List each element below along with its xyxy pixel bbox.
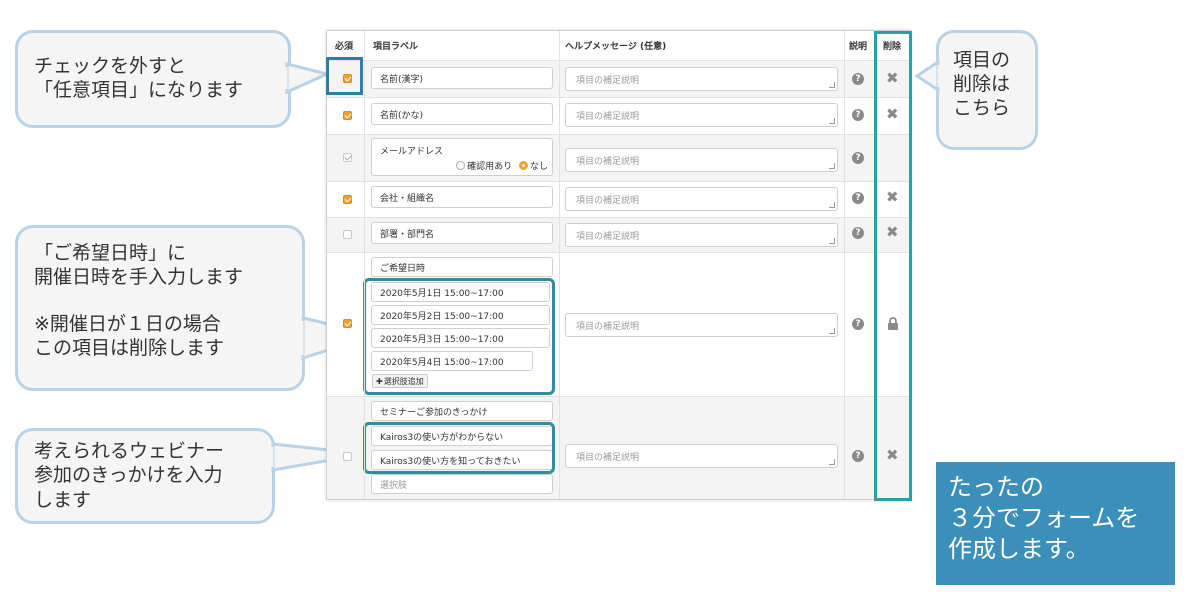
callout-webinar-line: します: [34, 488, 92, 511]
callout-webinar-line: 考えられるウェビナー: [34, 440, 225, 462]
header-required: 必須: [335, 42, 354, 52]
confirm-no-radio[interactable]: [518, 161, 528, 170]
delete-column-highlight: [874, 31, 912, 501]
help-message-input[interactable]: 項目の補足説明: [565, 223, 838, 247]
header-label: 項目ラベル: [373, 42, 419, 52]
banner-line: 作成します。: [948, 535, 1090, 564]
help-message-input[interactable]: 項目の補足説明: [565, 148, 838, 172]
question-icon[interactable]: ?: [852, 73, 864, 85]
callout-uncheck-tail: [282, 62, 332, 95]
seminar-options-highlight: [363, 422, 555, 474]
table-row-company: 会社・組織名 項目の補足説明 ? ✖: [327, 182, 910, 217]
required-checkbox[interactable]: [343, 230, 352, 239]
required-checkbox-highlight: [326, 57, 363, 95]
help-message-input[interactable]: 項目の補足説明: [565, 103, 838, 127]
callout-webinar-line: 参加のきっかけを入力: [34, 464, 223, 487]
field-label-input[interactable]: セミナーご参加のきっかけ: [371, 401, 553, 421]
table-row-email: メールアドレス 確認用あり なし 項目の補足説明 ?: [327, 135, 910, 181]
callout-uncheck: チェックを外すと 「任意項目」になります: [15, 30, 291, 128]
table-row-seminar: セミナーご参加のきっかけ Kairos3の使い方がわからない Kairos3の使…: [327, 397, 910, 499]
help-message-input[interactable]: 項目の補足説明: [565, 313, 838, 337]
confirm-yes-radio[interactable]: [456, 161, 466, 170]
callout-delete-line: 削除は: [953, 72, 1011, 95]
question-icon[interactable]: ?: [852, 109, 864, 121]
header-help: ヘルプメッセージ (任意): [565, 42, 667, 52]
table-row-date: ご希望日時 2020年5月1日 15:00~17:00 2020年5月2日 15…: [327, 253, 910, 396]
table-row-department: 部署・部門名 項目の補足説明 ? ✖: [327, 218, 910, 252]
callout-delete-tail: [914, 59, 943, 93]
question-icon[interactable]: ?: [852, 318, 864, 330]
callout-webinar: 考えられるウェビナー 参加のきっかけを入力 します: [15, 428, 275, 524]
callout-uncheck-line: 「任意項目」になります: [34, 78, 244, 101]
question-icon[interactable]: ?: [852, 152, 864, 164]
question-icon[interactable]: ?: [852, 227, 864, 239]
field-label-input[interactable]: メールアドレス: [380, 144, 544, 157]
callout-dates: 「ご希望日時」に 開催日時を手入力します ※開催日が１日の場合 この項目は削除し…: [15, 225, 305, 391]
option-input[interactable]: 選択肢: [371, 474, 553, 494]
field-label-input[interactable]: 名前(かな): [371, 103, 553, 125]
callout-delete-line: こちら: [953, 96, 1011, 119]
required-checkbox[interactable]: [343, 452, 352, 461]
field-label-input[interactable]: 名前(漢字): [371, 67, 553, 89]
help-message-input[interactable]: 項目の補足説明: [565, 444, 838, 468]
required-checkbox[interactable]: [343, 111, 352, 120]
callout-dates-line: 開催日時を手入力します: [34, 265, 244, 288]
confirm-no-label: なし: [529, 162, 548, 172]
callout-dates-line: [34, 290, 286, 314]
email-field-box: メールアドレス 確認用あり なし: [371, 138, 553, 176]
callout-dates-line: ※開催日が１日の場合: [34, 313, 221, 336]
promo-banner: たったの ３分でフォームを 作成します。: [936, 462, 1175, 585]
confirm-yes-label: 確認用あり: [467, 162, 513, 172]
help-message-input[interactable]: 項目の補足説明: [565, 67, 838, 91]
header-explain: 説明: [849, 42, 868, 52]
callout-dates-line: 「ご希望日時」に: [34, 242, 187, 264]
required-checkbox: [343, 153, 352, 162]
required-checkbox[interactable]: [343, 195, 352, 204]
date-options-highlight: [363, 278, 555, 395]
banner-line: ３分でフォームを: [948, 504, 1140, 533]
field-label-input[interactable]: 会社・組織名: [371, 186, 553, 208]
table-row-name-kanji: 名前(漢字) 項目の補足説明 ? ✖: [327, 61, 910, 97]
field-label-input[interactable]: 部署・部門名: [371, 222, 553, 244]
table-row-name-kana: 名前(かな) 項目の補足説明 ? ✖: [327, 98, 910, 134]
callout-delete: 項目の 削除は こちら: [936, 30, 1038, 150]
form-fields-table: 必須 項目ラベル ヘルプメッセージ (任意) 説明 削除 名前(漢字) 項目の補…: [326, 30, 911, 500]
question-icon[interactable]: ?: [852, 192, 864, 204]
required-checkbox[interactable]: [343, 319, 352, 328]
help-message-input[interactable]: 項目の補足説明: [565, 187, 838, 211]
field-label-input[interactable]: ご希望日時: [371, 257, 553, 277]
callout-dates-line: この項目は削除します: [34, 337, 225, 359]
banner-line: たったの: [948, 473, 1044, 501]
callout-uncheck-line: チェックを外すと: [34, 55, 187, 77]
question-icon[interactable]: ?: [852, 450, 864, 462]
callout-delete-line: 項目の: [953, 49, 1011, 71]
